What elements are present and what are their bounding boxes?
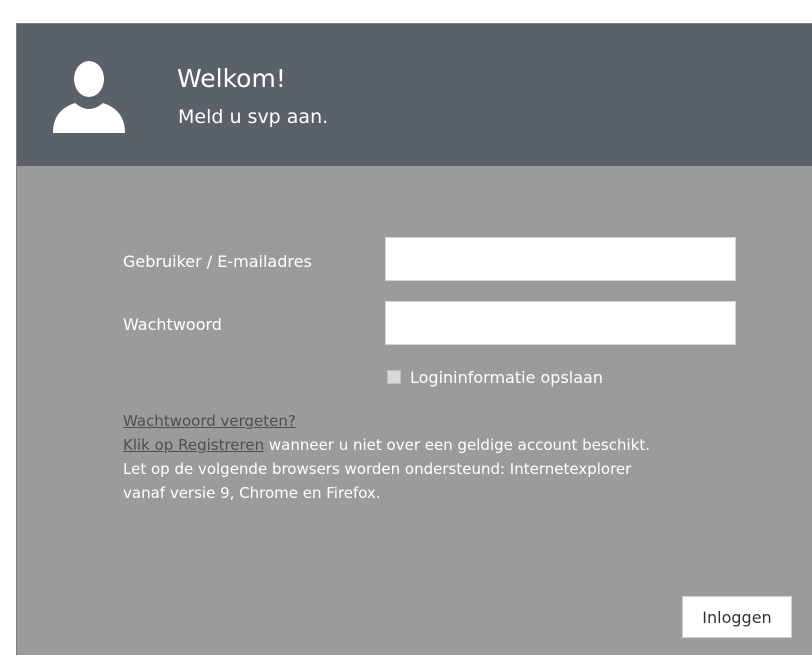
register-link[interactable]: Klik op Registreren	[123, 436, 264, 454]
browser-note-line-2: vanaf versie 9, Chrome en Firefox.	[123, 484, 381, 502]
username-label: Gebruiker / E-mailadres	[123, 252, 312, 271]
user-silhouette-icon	[53, 61, 125, 133]
register-hint-text: wanneer u niet over een geldige account …	[264, 436, 650, 454]
login-info-text: Wachtwoord vergeten? Klik op Registreren…	[123, 409, 783, 505]
login-dialog: Welkom! Meld u svp aan. Gebruiker / E-ma…	[16, 23, 812, 655]
remember-login-label[interactable]: Logininformatie opslaan	[410, 368, 603, 388]
browser-note-line-1: Let op de volgende browsers worden onder…	[123, 460, 632, 478]
register-line: Klik op Registreren wanneer u niet over …	[123, 433, 783, 457]
login-button[interactable]: Inloggen	[682, 596, 792, 638]
username-input[interactable]	[385, 237, 736, 281]
forgot-password-link[interactable]: Wachtwoord vergeten?	[123, 412, 296, 430]
dialog-header: Welkom! Meld u svp aan.	[17, 24, 812, 166]
password-input[interactable]	[385, 301, 736, 345]
login-subtitle: Meld u svp aan.	[178, 106, 329, 128]
forgot-password-line: Wachtwoord vergeten?	[123, 409, 783, 433]
welcome-title: Welkom!	[177, 64, 286, 93]
password-label: Wachtwoord	[123, 315, 222, 334]
remember-login-option[interactable]: Logininformatie opslaan	[387, 367, 603, 389]
remember-login-checkbox[interactable]	[387, 370, 401, 384]
